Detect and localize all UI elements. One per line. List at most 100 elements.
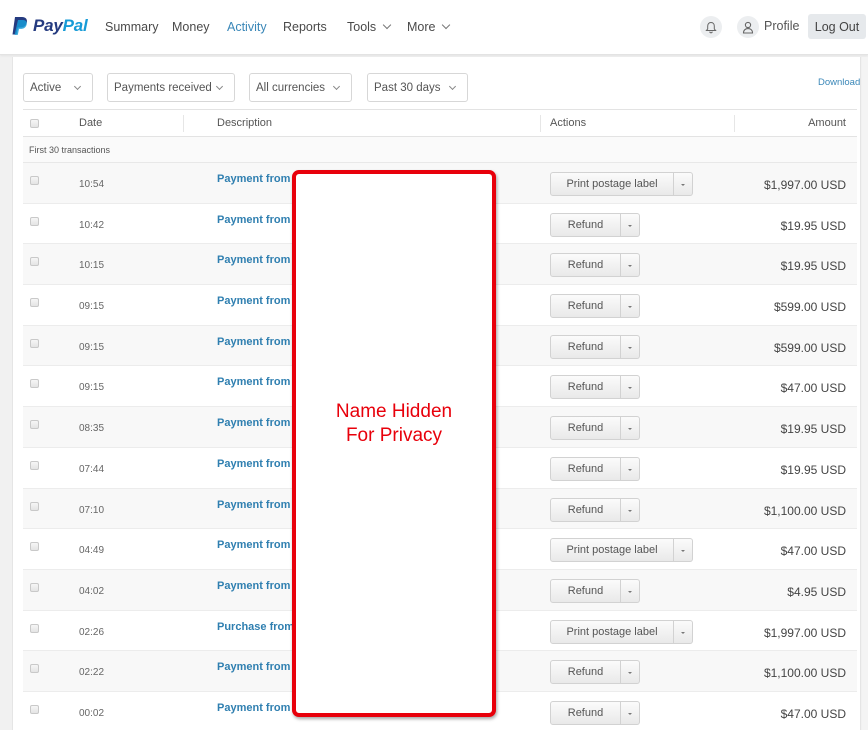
refund-button[interactable]: Refund <box>550 253 621 278</box>
row-checkbox[interactable] <box>30 501 39 511</box>
paypal-logo[interactable]: PayPal <box>12 16 88 36</box>
transaction-description-link[interactable]: Payment from <box>217 173 290 185</box>
profile-button[interactable] <box>737 16 759 38</box>
column-header-date[interactable]: Date <box>79 117 102 129</box>
print-postage-label-button[interactable]: Print postage label <box>550 172 674 196</box>
refund-button[interactable]: Refund <box>550 416 621 441</box>
print-postage-label-button[interactable]: Print postage label <box>550 538 674 563</box>
privacy-notice-line1: Name Hidden <box>335 401 453 422</box>
select-all-checkbox[interactable] <box>30 119 39 128</box>
row-checkbox[interactable] <box>30 338 39 348</box>
transaction-description-link[interactable]: Payment from <box>217 539 290 551</box>
download-link[interactable]: Download <box>818 77 860 88</box>
more-actions-dropdown-button[interactable] <box>621 212 640 237</box>
row-checkbox[interactable] <box>30 298 39 308</box>
more-actions-dropdown-button[interactable] <box>621 416 640 441</box>
row-checkbox[interactable] <box>30 257 39 267</box>
row-checkbox[interactable] <box>30 216 39 226</box>
more-actions-dropdown-button[interactable] <box>674 619 693 644</box>
more-actions-dropdown-button[interactable] <box>621 700 640 725</box>
more-actions-dropdown-button[interactable] <box>621 294 640 319</box>
refund-button[interactable]: Refund <box>550 294 621 319</box>
period-filter-dropdown[interactable]: Past 30 days <box>367 73 468 102</box>
nav-reports[interactable]: Reports <box>283 20 327 34</box>
row-checkbox[interactable] <box>30 460 39 470</box>
transaction-description-link[interactable]: Payment from <box>217 458 290 470</box>
currency-filter-dropdown[interactable]: All currencies <box>249 73 352 102</box>
period-filter-value: Past 30 days <box>374 81 441 94</box>
more-actions-dropdown-button[interactable] <box>674 538 693 563</box>
transaction-description-link[interactable]: Payment from <box>217 336 290 348</box>
transaction-description-link[interactable]: Payment from <box>217 295 290 307</box>
action-button-group: Refund <box>550 375 640 400</box>
transaction-amount: $599.00 USD <box>773 300 846 315</box>
column-header-description: Description <box>217 117 273 129</box>
nav-more-label: More <box>407 20 436 34</box>
transaction-time: 04:02 <box>79 585 105 597</box>
right-gutter <box>862 57 868 730</box>
row-checkbox[interactable] <box>30 704 39 714</box>
transaction-time: 07:44 <box>79 463 105 475</box>
transaction-description-link[interactable]: Payment from <box>217 499 290 511</box>
notifications-button[interactable] <box>700 16 722 38</box>
top-navigation: PayPal Summary Money Activity Reports To… <box>0 0 868 55</box>
row-checkbox[interactable] <box>30 542 39 552</box>
log-out-button[interactable]: Log Out <box>808 14 866 39</box>
action-button-group: Print postage label <box>550 538 693 563</box>
more-actions-dropdown-button[interactable] <box>621 375 640 400</box>
transaction-description-link[interactable]: Payment from <box>217 702 290 714</box>
more-actions-dropdown-button[interactable] <box>621 660 640 685</box>
more-actions-dropdown-button[interactable] <box>621 253 640 278</box>
more-actions-dropdown-button[interactable] <box>621 497 640 522</box>
transaction-time: 08:35 <box>79 423 105 435</box>
paypal-wordmark: PayPal <box>33 16 88 36</box>
transaction-description-link[interactable]: Purchase from <box>217 621 294 633</box>
refund-button[interactable]: Refund <box>550 660 621 685</box>
more-actions-dropdown-button[interactable] <box>621 334 640 359</box>
row-checkbox[interactable] <box>30 176 39 185</box>
transaction-description-link[interactable]: Payment from <box>217 661 290 673</box>
refund-button[interactable]: Refund <box>550 700 621 725</box>
user-icon <box>742 21 754 34</box>
refund-button[interactable]: Refund <box>550 212 621 237</box>
nav-activity-label: Activity <box>227 20 267 34</box>
print-postage-label-button[interactable]: Print postage label <box>550 619 674 644</box>
logo-text-pal: Pal <box>62 16 88 35</box>
row-checkbox[interactable] <box>30 664 39 674</box>
more-actions-dropdown-button[interactable] <box>674 172 693 196</box>
nav-activity[interactable]: Activity <box>227 20 267 34</box>
action-button-group: Refund <box>550 294 640 319</box>
row-checkbox[interactable] <box>30 623 39 633</box>
nav-money[interactable]: Money <box>172 20 210 34</box>
nav-summary[interactable]: Summary <box>105 20 158 34</box>
transaction-description-link[interactable]: Payment from <box>217 214 290 226</box>
refund-button[interactable]: Refund <box>550 375 621 400</box>
profile-link[interactable]: Profile <box>764 19 799 33</box>
row-checkbox[interactable] <box>30 420 39 430</box>
column-header-amount[interactable]: Amount <box>808 117 846 129</box>
action-button-group: Refund <box>550 212 640 237</box>
row-checkbox[interactable] <box>30 582 39 592</box>
transaction-description-link[interactable]: Payment from <box>217 417 290 429</box>
more-actions-dropdown-button[interactable] <box>621 578 640 603</box>
transaction-description-link[interactable]: Payment from <box>217 376 290 388</box>
transaction-description-link[interactable]: Payment from <box>217 580 290 592</box>
status-filter-dropdown[interactable]: Active <box>23 73 93 102</box>
transaction-description-link[interactable]: Payment from <box>217 254 290 266</box>
transaction-time: 07:10 <box>79 504 105 516</box>
transaction-amount: $1,997.00 USD <box>763 625 846 640</box>
row-checkbox[interactable] <box>30 379 39 389</box>
refund-button[interactable]: Refund <box>550 334 621 359</box>
nav-more[interactable]: More <box>407 20 451 34</box>
more-actions-dropdown-button[interactable] <box>621 456 640 481</box>
refund-button[interactable]: Refund <box>550 578 621 603</box>
nav-tools[interactable]: Tools <box>347 20 392 34</box>
refund-button[interactable]: Refund <box>550 497 621 522</box>
column-divider <box>183 115 184 132</box>
table-header: Date Description Actions Amount <box>23 109 857 137</box>
refund-button[interactable]: Refund <box>550 456 621 481</box>
type-filter-dropdown[interactable]: Payments received <box>107 73 235 102</box>
transaction-time: 10:15 <box>79 260 105 272</box>
transaction-amount: $19.95 USD <box>780 462 846 477</box>
privacy-notice-line2: For Privacy <box>345 425 443 446</box>
